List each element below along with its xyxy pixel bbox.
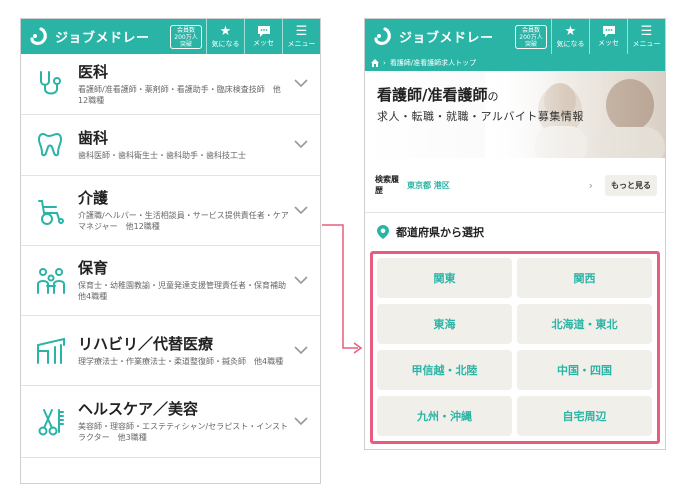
stethoscope-icon <box>40 71 61 95</box>
category-desc: 保育士・幼稚園教諭・児童発達支援管理責任者・保育補助 他4職種 <box>78 281 294 301</box>
category-item-childcare[interactable]: 保育 保育士・幼稚園教諭・児童発達支援管理責任者・保育補助 他4職種 <box>21 246 320 316</box>
messages-label: メッセ <box>598 39 619 47</box>
messages-button[interactable]: メッセ <box>244 19 282 54</box>
messages-button[interactable]: メッセ <box>589 19 627 54</box>
brand-name: ジョブメドレー <box>55 31 150 46</box>
brand-mark-icon <box>30 26 47 45</box>
wheelchair-icon <box>38 199 64 225</box>
region-button-hokkaido-tohoku[interactable]: 北海道・東北 <box>517 304 652 344</box>
page-subtitle: 求人・転職・就職・アルバイト募集情報 <box>377 110 584 123</box>
search-history-item[interactable]: 東京都 港区 <box>407 180 589 191</box>
chevron-down-icon <box>294 416 308 425</box>
hamburger-icon: ☰ <box>640 23 653 39</box>
region-button-kansai[interactable]: 関西 <box>517 258 652 298</box>
region-selector-highlight: 関東 関西 東海 北海道・東北 甲信越・北陸 中国・四国 九州・沖縄 自宅周辺 <box>370 251 660 444</box>
region-grid: 関東 関西 東海 北海道・東北 甲信越・北陸 中国・四国 九州・沖縄 自宅周辺 <box>377 258 654 436</box>
chevron-right-icon: › <box>588 178 593 192</box>
region-button-koshinetsu-hokuriku[interactable]: 甲信越・北陸 <box>377 350 512 390</box>
menu-label: メニュー <box>287 39 316 48</box>
search-history-label: 検索履歴 <box>375 175 399 195</box>
category-desc: 理学療法士・作業療法士・柔道整復師・鍼灸師 他4職種 <box>78 356 284 366</box>
chevron-down-icon <box>294 275 308 284</box>
category-title: 医科 <box>78 62 109 81</box>
hamburger-icon: ☰ <box>295 23 308 39</box>
tooth-icon <box>38 133 62 157</box>
chevron-down-icon <box>294 205 308 214</box>
breadcrumb-separator: › <box>383 58 386 67</box>
breadcrumb: › 看護師/准看護師求人トップ <box>365 54 665 71</box>
category-item-healthcare[interactable]: ヘルスケア／美容 美容師・理容師・エステティシャン/セラピスト・インストラクター… <box>21 386 320 458</box>
category-item-medical[interactable]: 医科 看護師/准看護師・薬剤師・看護助手・臨床検査技師 他12職種 <box>21 54 320 115</box>
messages-label: メッセ <box>253 39 274 47</box>
category-desc: 歯科医師・歯科衛生士・歯科助手・歯科技工士 <box>78 151 246 160</box>
favorites-label: 気になる <box>211 39 240 48</box>
prefecture-heading-text: 都道府県から選択 <box>396 226 484 239</box>
category-item-dental[interactable]: 歯科 歯科医師・歯科衛生士・歯科助手・歯科技工士 <box>21 115 320 176</box>
region-button-chugoku-shikoku[interactable]: 中国・四国 <box>517 350 652 390</box>
page-title: 看護師/准看護師の <box>377 86 499 104</box>
location-pin-icon <box>377 225 389 239</box>
brand-logo[interactable]: ジョブメドレー <box>365 19 515 54</box>
brand-logo[interactable]: ジョブメドレー <box>21 19 170 54</box>
star-icon: ★ <box>564 23 577 39</box>
rehab-icon <box>37 337 65 364</box>
category-title: リハビリ／代替医療 <box>78 334 214 353</box>
category-item-rehab[interactable]: リハビリ／代替医療 理学療法士・作業療法士・柔道整復師・鍼灸師 他4職種 <box>21 316 320 386</box>
app-header: ジョブメドレー 会員数 200万人 突破 ★ 気になる メッセ ☰ メニュー <box>365 19 665 54</box>
chevron-down-icon <box>294 79 308 88</box>
menu-button[interactable]: ☰ メニュー <box>282 19 320 54</box>
chevron-down-icon <box>294 140 308 149</box>
favorites-button[interactable]: ★ 気になる <box>206 19 244 54</box>
category-title: 介護 <box>78 189 109 207</box>
favorites-button[interactable]: ★ 気になる <box>551 19 589 54</box>
see-more-button[interactable]: もっと見る <box>605 174 657 196</box>
category-desc: 介護職/ヘルパー・生活相談員・サービス提供責任者・ケアマネジャー 他12職種 <box>78 211 289 231</box>
breadcrumb-current: 看護師/准看護師求人トップ <box>389 58 477 67</box>
hero-banner: 看護師/准看護師の 求人・転職・就職・アルバイト募集情報 <box>365 71 665 158</box>
member-count-badge: 会員数 200万人 突破 <box>515 24 547 49</box>
message-bubble-icon <box>257 26 270 37</box>
home-icon[interactable] <box>371 58 379 67</box>
category-desc: 看護師/准看護師・薬剤師・看護助手・臨床検査技師 他12職種 <box>78 84 281 105</box>
favorites-label: 気になる <box>556 39 585 48</box>
nurse-top-screen: ジョブメドレー 会員数 200万人 突破 ★ 気になる メッセ ☰ メニュー › 看… <box>364 18 666 450</box>
message-bubble-icon <box>602 26 615 37</box>
children-icon <box>37 267 65 294</box>
menu-button[interactable]: ☰ メニュー <box>627 19 665 54</box>
scissors-icon <box>38 408 64 435</box>
region-button-near-home[interactable]: 自宅周辺 <box>517 396 652 436</box>
category-title: ヘルスケア／美容 <box>78 400 199 418</box>
region-button-kanto[interactable]: 関東 <box>377 258 512 298</box>
region-button-tokai[interactable]: 東海 <box>377 304 512 344</box>
menu-label: メニュー <box>632 39 661 48</box>
category-title: 歯科 <box>78 129 109 147</box>
member-count-badge: 会員数 200万人 突破 <box>170 24 202 49</box>
brand-name: ジョブメドレー <box>399 31 494 46</box>
search-history: 検索履歴 東京都 港区 › もっと見る <box>365 158 665 213</box>
brand-mark-icon <box>374 26 391 45</box>
app-header: ジョブメドレー 会員数 200万人 突破 ★ 気になる メッセ ☰ メニュー <box>21 19 320 54</box>
prefecture-section-heading: 都道府県から選択 <box>365 213 665 251</box>
chevron-down-icon <box>294 345 308 354</box>
category-list: 医科 看護師/准看護師・薬剤師・看護助手・臨床検査技師 他12職種 歯科 歯科医… <box>21 54 320 458</box>
category-title: 保育 <box>78 259 109 277</box>
category-screen: ジョブメドレー 会員数 200万人 突破 ★ 気になる メッセ ☰ メニュー 医科 … <box>20 18 321 484</box>
category-desc: 美容師・理容師・エステティシャン/セラピスト・インストラクター 他3職種 <box>78 422 289 442</box>
star-icon: ★ <box>219 23 232 39</box>
region-button-kyushu-okinawa[interactable]: 九州・沖縄 <box>377 396 512 436</box>
category-item-care[interactable]: 介護 介護職/ヘルパー・生活相談員・サービス提供責任者・ケアマネジャー 他12職… <box>21 176 320 246</box>
